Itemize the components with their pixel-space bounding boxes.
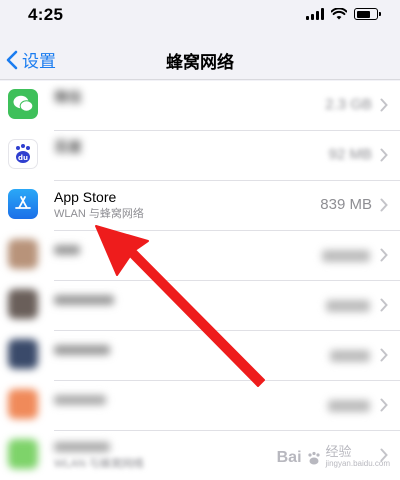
svg-text:du: du	[18, 154, 28, 162]
row-label-group: WLAN 与蜂窝网络	[54, 439, 144, 472]
row-label-group	[54, 395, 106, 405]
watermark-brand: Bai	[276, 449, 302, 466]
list-item-obscured[interactable]	[0, 331, 400, 381]
network-setting: WLAN 与蜂窝网络	[54, 208, 144, 220]
wechat-icon	[8, 89, 38, 119]
list-item-obscured[interactable]	[0, 231, 400, 281]
app-store-icon	[8, 189, 38, 219]
watermark-text: 经验 jingyan.baidu.com	[325, 444, 390, 470]
redacted-size	[330, 350, 370, 362]
row-label-group: 微信	[54, 89, 82, 105]
redacted-text	[54, 245, 80, 255]
redacted-text	[54, 345, 110, 355]
app-list: 微信 2.3 GB du 百度 92 MB App Store WLAN 与蜂窝…	[0, 81, 400, 480]
baidu-icon: du	[8, 139, 38, 169]
row-label-group	[54, 245, 80, 255]
chevron-right-icon	[380, 198, 388, 212]
chevron-right-icon	[380, 298, 388, 312]
app-icon	[8, 389, 38, 419]
network-setting: WLAN 与蜂窝网络	[54, 458, 144, 470]
app-icon	[8, 289, 38, 319]
wifi-icon	[331, 8, 347, 20]
app-icon	[8, 239, 38, 269]
app-name: App Store	[54, 189, 117, 205]
data-usage: 2.3 GB	[325, 96, 372, 113]
redacted-text	[54, 295, 114, 305]
baidu-paw-icon	[307, 451, 320, 465]
row-label-group	[54, 345, 110, 355]
watermark-brand-2: 经验	[325, 444, 352, 459]
redacted-size	[326, 300, 370, 312]
data-usage: 92 MB	[328, 146, 372, 163]
app-name	[54, 439, 144, 455]
chevron-right-icon	[380, 98, 388, 112]
list-item-baidu[interactable]: du 百度 92 MB	[0, 131, 400, 181]
app-name: 百度	[54, 139, 82, 155]
chevron-right-icon	[380, 398, 388, 412]
page-title: 蜂窝网络	[166, 53, 234, 72]
status-icons	[306, 8, 381, 20]
app-icon	[8, 439, 38, 469]
status-bar: 4:25	[0, 0, 400, 30]
list-item-app-store[interactable]: App Store WLAN 与蜂窝网络 839 MB	[0, 181, 400, 231]
navigation-bar: 设置 蜂窝网络	[0, 38, 400, 80]
list-item-wechat[interactable]: 微信 2.3 GB	[0, 81, 400, 131]
app-name: 微信	[54, 89, 82, 105]
app-icon	[8, 339, 38, 369]
chevron-right-icon	[380, 148, 388, 162]
watermark: Bai 经验 jingyan.baidu.com	[276, 444, 390, 470]
battery-level-fill	[356, 10, 370, 18]
data-usage: 839 MB	[320, 196, 372, 213]
list-item-obscured[interactable]	[0, 281, 400, 331]
battery-icon	[354, 8, 381, 20]
watermark-url: jingyan.baidu.com	[325, 459, 390, 468]
row-label-group	[54, 295, 114, 305]
chevron-right-icon	[380, 348, 388, 362]
cellular-signal-icon	[306, 8, 324, 20]
list-item-obscured[interactable]	[0, 381, 400, 431]
chevron-right-icon	[380, 248, 388, 262]
redacted-size	[328, 400, 370, 412]
redacted-size	[322, 250, 370, 262]
status-time: 4:25	[28, 5, 64, 24]
row-label-group: App Store WLAN 与蜂窝网络	[54, 189, 144, 222]
row-label-group: 百度	[54, 139, 82, 155]
redacted-text	[54, 395, 106, 405]
